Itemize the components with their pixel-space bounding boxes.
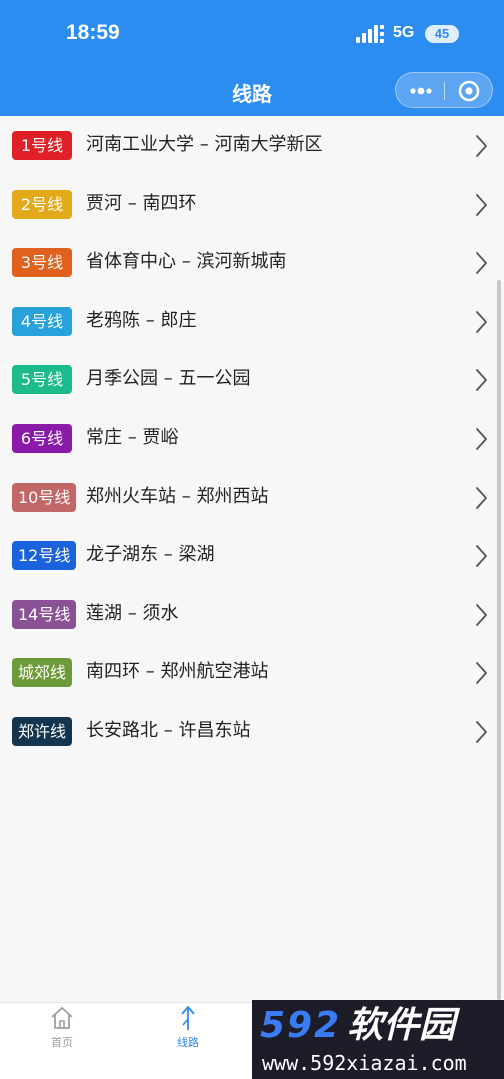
tab-lines-label: 线路 [177, 1036, 199, 1049]
close-miniapp-button[interactable] [445, 73, 494, 109]
line-row[interactable]: 1号线 河南工业大学 – 河南大学新区 [0, 116, 504, 175]
line-row[interactable]: 12号线 龙子湖东 – 梁湖 [0, 526, 504, 585]
line-route: 龙子湖东 – 梁湖 [86, 544, 215, 566]
network-type: 5G [393, 24, 415, 41]
line-row[interactable]: 2号线 贾河 – 南四环 [0, 175, 504, 234]
line-badge: 1号线 [12, 131, 72, 160]
line-badge: 4号线 [12, 306, 72, 336]
header: 18:59 5G 45 线路 [0, 0, 504, 116]
line-badge: 3号线 [12, 248, 72, 278]
watermark-logo: 592 软件园 www.592xiazai.com [252, 1000, 504, 1079]
line-badge: 2号线 [12, 189, 72, 219]
chevron-right-icon [472, 660, 490, 686]
line-route: 月季公园 – 五一公园 [86, 368, 251, 390]
line-row[interactable]: 5号线 月季公园 – 五一公园 [0, 350, 504, 409]
miniapp-capsule [395, 72, 493, 108]
line-badge: 6号线 [12, 424, 72, 453]
chevron-right-icon [472, 192, 490, 218]
chevron-right-icon [472, 485, 490, 511]
status-bar: 18:59 5G 45 [0, 0, 504, 68]
line-route: 莲湖 – 须水 [86, 602, 179, 624]
chevron-right-icon [472, 543, 490, 569]
line-row[interactable]: 14号线 莲湖 – 须水 [0, 585, 504, 644]
line-route: 常庄 – 贾峪 [86, 427, 179, 448]
line-route: 长安路北 – 许昌东站 [86, 720, 251, 741]
watermark-url: www.592xiazai.com [262, 1051, 467, 1075]
target-icon [458, 80, 480, 102]
chevron-right-icon [472, 426, 490, 452]
watermark-text: 软件园 [347, 1005, 456, 1046]
line-badge: 12号线 [12, 541, 77, 571]
line-row[interactable]: 城郊线 南四环 – 郑州航空港站 [0, 643, 504, 702]
line-badge: 郑许线 [12, 717, 73, 746]
tab-lines[interactable]: 线路 [143, 1003, 233, 1079]
line-row[interactable]: 4号线 老鸦陈 – 郎庄 [0, 292, 504, 351]
tab-home-label: 首页 [51, 1036, 73, 1049]
chevron-right-icon [472, 309, 490, 335]
chevron-right-icon [472, 602, 490, 628]
line-row[interactable]: 6号线 常庄 – 贾峪 [0, 409, 504, 468]
line-badge: 10号线 [12, 482, 77, 512]
tab-home[interactable]: 首页 [17, 1003, 107, 1079]
line-route: 老鸦陈 – 郎庄 [86, 309, 197, 331]
chevron-right-icon [472, 250, 490, 276]
signal-icon [356, 25, 384, 43]
line-row[interactable]: 10号线 郑州火车站 – 郑州西站 [0, 468, 504, 527]
chevron-right-icon [472, 133, 490, 159]
chevron-right-icon [472, 367, 490, 393]
status-time: 18:59 [66, 21, 120, 44]
watermark-title: 592 软件园 [260, 1006, 455, 1046]
line-route: 贾河 – 南四环 [86, 192, 197, 214]
route-icon [176, 1005, 200, 1031]
line-route: 南四环 – 郑州航空港站 [86, 661, 269, 683]
battery-icon: 45 [425, 25, 459, 43]
watermark-digits: 592 [260, 1005, 342, 1046]
more-dots-icon [410, 87, 432, 95]
line-row[interactable]: 3号线 省体育中心 – 滨河新城南 [0, 233, 504, 292]
line-badge: 5号线 [12, 365, 72, 395]
scrollbar[interactable] [497, 280, 501, 1000]
line-route: 河南工业大学 – 河南大学新区 [86, 134, 323, 155]
chevron-right-icon [472, 719, 490, 745]
line-row[interactable]: 郑许线 长安路北 – 许昌东站 [0, 702, 504, 761]
line-route: 郑州火车站 – 郑州西站 [86, 485, 269, 507]
more-button[interactable] [396, 73, 444, 109]
line-badge: 14号线 [12, 599, 77, 629]
home-icon [50, 1005, 74, 1031]
line-route: 省体育中心 – 滨河新城南 [86, 251, 287, 273]
line-badge: 城郊线 [12, 658, 73, 688]
